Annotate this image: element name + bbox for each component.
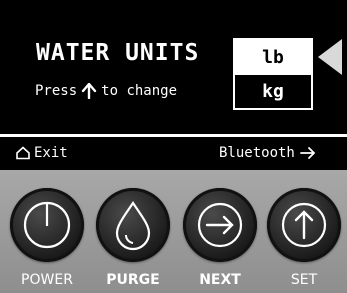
purge-label: PURGE: [106, 272, 160, 288]
exit-label: Exit: [34, 145, 68, 161]
unit-selector[interactable]: lb kg: [233, 38, 313, 110]
home-icon: [16, 146, 30, 160]
bluetooth-label: Bluetooth: [219, 145, 295, 161]
selection-pointer-icon: [318, 39, 342, 75]
set-label: SET: [290, 272, 318, 288]
water-drop-icon: [115, 201, 151, 251]
hint-text-before: Press: [35, 83, 78, 99]
right-arrow-icon: [299, 147, 316, 159]
unit-option-kg[interactable]: kg: [235, 75, 311, 108]
hint-text-after: to change: [101, 83, 178, 99]
next-button[interactable]: [183, 188, 257, 262]
up-arrow-icon: [81, 83, 97, 99]
divider: [0, 134, 347, 137]
unit-option-lb[interactable]: lb: [235, 40, 311, 75]
up-arrow-circle-icon: [281, 202, 327, 248]
power-button[interactable]: [10, 188, 84, 262]
purge-button[interactable]: [96, 188, 170, 262]
bluetooth-softkey[interactable]: Bluetooth: [219, 145, 316, 161]
set-button[interactable]: [267, 188, 341, 262]
screen-title: WATER UNITS: [36, 40, 200, 66]
power-label: POWER: [21, 272, 73, 288]
exit-softkey[interactable]: Exit: [16, 145, 68, 161]
power-icon: [23, 201, 71, 249]
right-arrow-circle-icon: [197, 202, 243, 248]
next-label: NEXT: [199, 272, 241, 288]
display-screen: WATER UNITS Press to change lb kg Exit B…: [0, 0, 347, 170]
change-hint: Press to change: [35, 83, 177, 99]
